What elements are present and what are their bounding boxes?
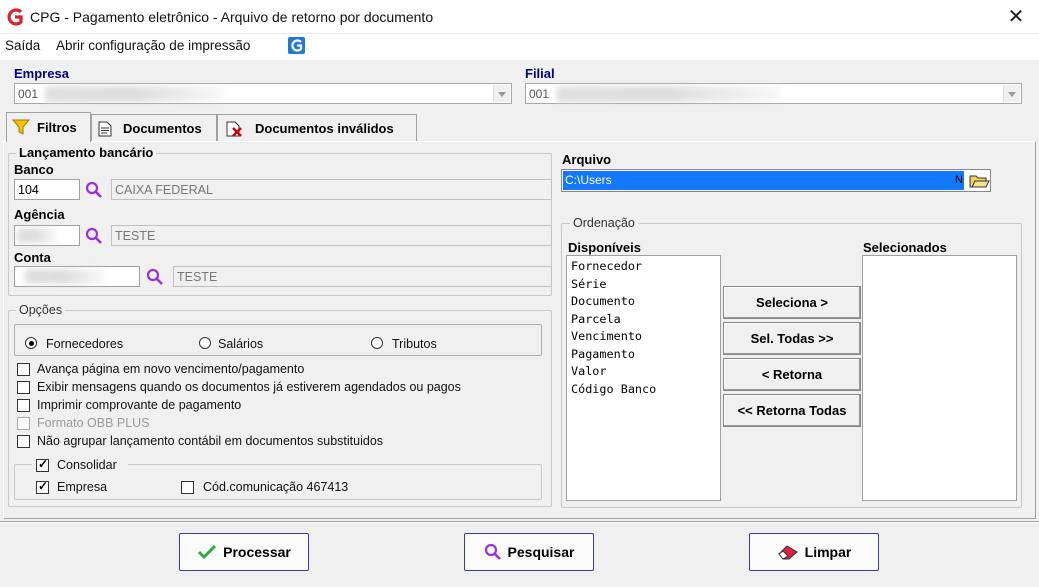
retorna-button[interactable]: < Retorna (723, 358, 861, 391)
arquivo-label: Arquivo (562, 152, 612, 167)
tab-label: Documentos inválidos (255, 121, 394, 136)
radio-salarios-label: Salários (218, 337, 264, 351)
processar-label: Processar (223, 544, 291, 560)
radio-salarios[interactable] (199, 337, 211, 349)
empresa-label: Empresa (14, 66, 69, 81)
arquivo-path-tail: N (955, 174, 963, 186)
banco-name-field: CAIXA FEDERAL (111, 179, 552, 200)
list-item[interactable]: Fornecedor (567, 258, 720, 276)
checkmark-icon (198, 544, 217, 560)
close-button[interactable]: ✕ (998, 4, 1034, 30)
checkbox-empresa[interactable] (36, 479, 49, 494)
radio-tributos-label: Tributos (392, 337, 437, 351)
pesquisar-button[interactable]: Pesquisar (464, 533, 594, 571)
list-item[interactable]: Vencimento (567, 328, 720, 346)
checkbox-imprimir-comprovante[interactable] (17, 399, 30, 412)
seleciona-button[interactable]: Seleciona > (723, 286, 861, 319)
filial-label: Filial (525, 66, 555, 81)
arquivo-path-input[interactable]: C:\Users N (561, 169, 991, 192)
checkbox-cod-comunicacao[interactable] (181, 481, 194, 494)
filial-value: 001 (529, 87, 550, 101)
agencia-label: Agência (14, 207, 65, 222)
eraser-icon (777, 545, 798, 560)
document-icon (98, 121, 112, 137)
chevron-down-icon[interactable] (493, 85, 510, 102)
agencia-code-input[interactable] (14, 225, 80, 246)
radio-fornecedores-label: Fornecedores (46, 337, 124, 351)
selecionados-label: Selecionados (863, 240, 947, 255)
opcoes-title: Opções (16, 303, 66, 317)
tab-label: Filtros (37, 120, 77, 135)
list-item[interactable]: Pagamento (567, 346, 720, 364)
checkbox-imprimir-comprovante-label: Imprimir comprovante de pagamento (37, 398, 242, 412)
conta-label: Conta (14, 250, 51, 265)
redacted-text (17, 228, 57, 243)
chevron-down-icon[interactable] (1003, 85, 1020, 102)
processar-button[interactable]: Processar (179, 533, 309, 571)
banco-label: Banco (14, 162, 54, 177)
agencia-name-field: TESTE (111, 225, 552, 246)
checkbox-exibir-mensagens-label: Exibir mensagens quando os documentos já… (37, 380, 461, 394)
app-logo-icon (7, 8, 23, 26)
limpar-label: Limpar (804, 544, 852, 560)
checkbox-consolidar-label: Consolidar (57, 458, 117, 472)
checkbox-avanca-pagina[interactable] (17, 363, 30, 376)
list-item[interactable]: Documento (567, 293, 720, 311)
list-item[interactable]: Código Banco (567, 381, 720, 399)
checkbox-nao-agrupar[interactable] (17, 435, 30, 448)
tab-filtros[interactable]: Filtros (6, 112, 91, 142)
disponiveis-list[interactable]: Fornecedor Série Documento Parcela Venci… (566, 255, 721, 501)
selecionados-list[interactable] (862, 255, 1017, 501)
tab-label: Documentos (123, 121, 202, 136)
tab-documentos[interactable]: Documentos (91, 114, 217, 141)
lancamento-bancario-title: Lançamento bancário (16, 145, 157, 160)
search-icon[interactable] (85, 227, 103, 245)
empresa-select[interactable]: 001 (14, 83, 512, 104)
invalid-document-icon (226, 121, 242, 137)
checkbox-nao-agrupar-label: Não agrupar lançamento contábil em docum… (37, 434, 384, 448)
checkbox-formato-obb-plus (17, 417, 30, 430)
open-folder-icon[interactable] (968, 171, 990, 191)
conta-name-field: TESTE (173, 266, 552, 287)
menu-item-saida[interactable]: Saída (5, 38, 40, 53)
radio-tributos[interactable] (371, 337, 383, 349)
list-item[interactable]: Parcela (567, 311, 720, 329)
search-icon (484, 543, 501, 560)
list-item[interactable]: Valor (567, 363, 720, 381)
footer-divider (0, 521, 1039, 523)
checkbox-consolidar[interactable] (36, 457, 49, 472)
redacted-text (45, 86, 225, 102)
checkbox-exibir-mensagens[interactable] (17, 381, 30, 394)
ordenacao-title: Ordenação (570, 216, 638, 230)
redacted-text (25, 269, 105, 284)
radio-fornecedores[interactable] (25, 337, 37, 349)
search-icon[interactable] (85, 181, 103, 199)
pesquisar-label: Pesquisar (507, 544, 575, 560)
checkbox-cod-comunicacao-label: Cód.comunicação 467413 (203, 480, 349, 494)
redacted-text (556, 86, 781, 102)
checkbox-avanca-pagina-label: Avança página em novo vencimento/pagamen… (37, 362, 305, 376)
conta-code-input[interactable] (14, 266, 140, 287)
arquivo-path-value: C:\Users (563, 171, 964, 190)
menu-item-print-config[interactable]: Abrir configuração de impressão (56, 38, 250, 53)
checkbox-empresa-label: Empresa (57, 480, 108, 494)
retorna-todas-button[interactable]: << Retorna Todas (723, 394, 861, 427)
checkbox-formato-obb-plus-label: Formato OBB PLUS (37, 416, 150, 430)
filial-select[interactable]: 001 (525, 83, 1022, 104)
list-item[interactable]: Série (567, 276, 720, 294)
empresa-value: 001 (18, 87, 39, 101)
window-title: CPG - Pagamento eletrônico - Arquivo de … (30, 9, 434, 25)
disponiveis-label: Disponíveis (568, 240, 641, 255)
app-logo-icon[interactable] (288, 37, 305, 54)
filter-icon (12, 119, 30, 135)
search-icon[interactable] (146, 268, 164, 286)
banco-code-input[interactable]: 104 (14, 179, 80, 200)
limpar-button[interactable]: Limpar (749, 533, 879, 571)
sel-todas-button[interactable]: Sel. Todas >> (723, 322, 861, 355)
tab-documentos-invalidos[interactable]: Documentos inválidos (217, 114, 417, 141)
